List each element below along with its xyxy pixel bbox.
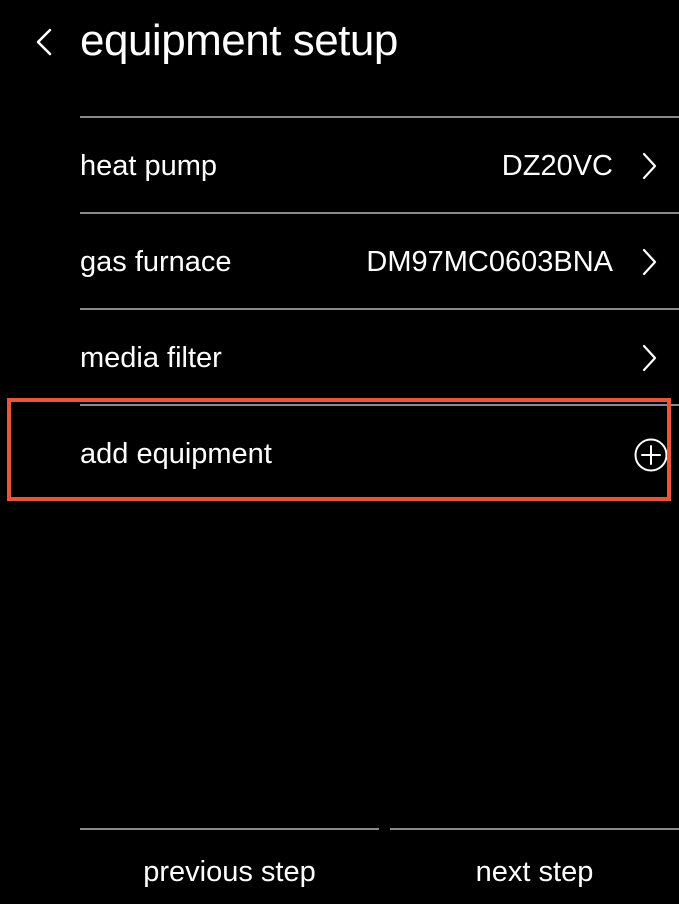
equipment-row-gas-furnace[interactable]: gas furnace DM97MC0603BNA	[0, 212, 679, 308]
equipment-model: DM97MC0603BNA	[366, 246, 613, 278]
plus-circle-icon[interactable]	[633, 437, 669, 473]
previous-step-button[interactable]: previous step	[80, 828, 379, 904]
row-divider	[80, 116, 679, 118]
row-divider	[80, 308, 679, 310]
equipment-label: gas furnace	[80, 246, 232, 278]
equipment-row-heat-pump[interactable]: heat pump DZ20VC	[0, 116, 679, 212]
add-equipment-button[interactable]: add equipment	[0, 404, 679, 500]
row-divider	[80, 212, 679, 214]
page-title: equipment setup	[80, 16, 398, 65]
chevron-right-icon	[642, 248, 657, 276]
footer-divider	[390, 828, 679, 830]
previous-step-label: previous step	[143, 856, 316, 888]
equipment-label: media filter	[80, 342, 222, 374]
chevron-right-icon	[642, 344, 657, 372]
equipment-row-media-filter[interactable]: media filter	[0, 308, 679, 404]
chevron-left-icon[interactable]	[30, 26, 58, 58]
equipment-label: heat pump	[80, 150, 218, 182]
equipment-model: DZ20VC	[501, 150, 613, 182]
header: equipment setup	[0, 0, 679, 90]
equipment-list: heat pump DZ20VC gas furnace DM97MC0603B…	[0, 116, 679, 500]
add-equipment-label: add equipment	[80, 438, 272, 470]
chevron-right-icon	[642, 152, 657, 180]
footer-divider	[80, 828, 379, 830]
next-step-label: next step	[475, 856, 594, 888]
row-divider	[80, 404, 679, 406]
next-step-button[interactable]: next step	[390, 828, 679, 904]
footer: previous step next step	[0, 828, 679, 904]
